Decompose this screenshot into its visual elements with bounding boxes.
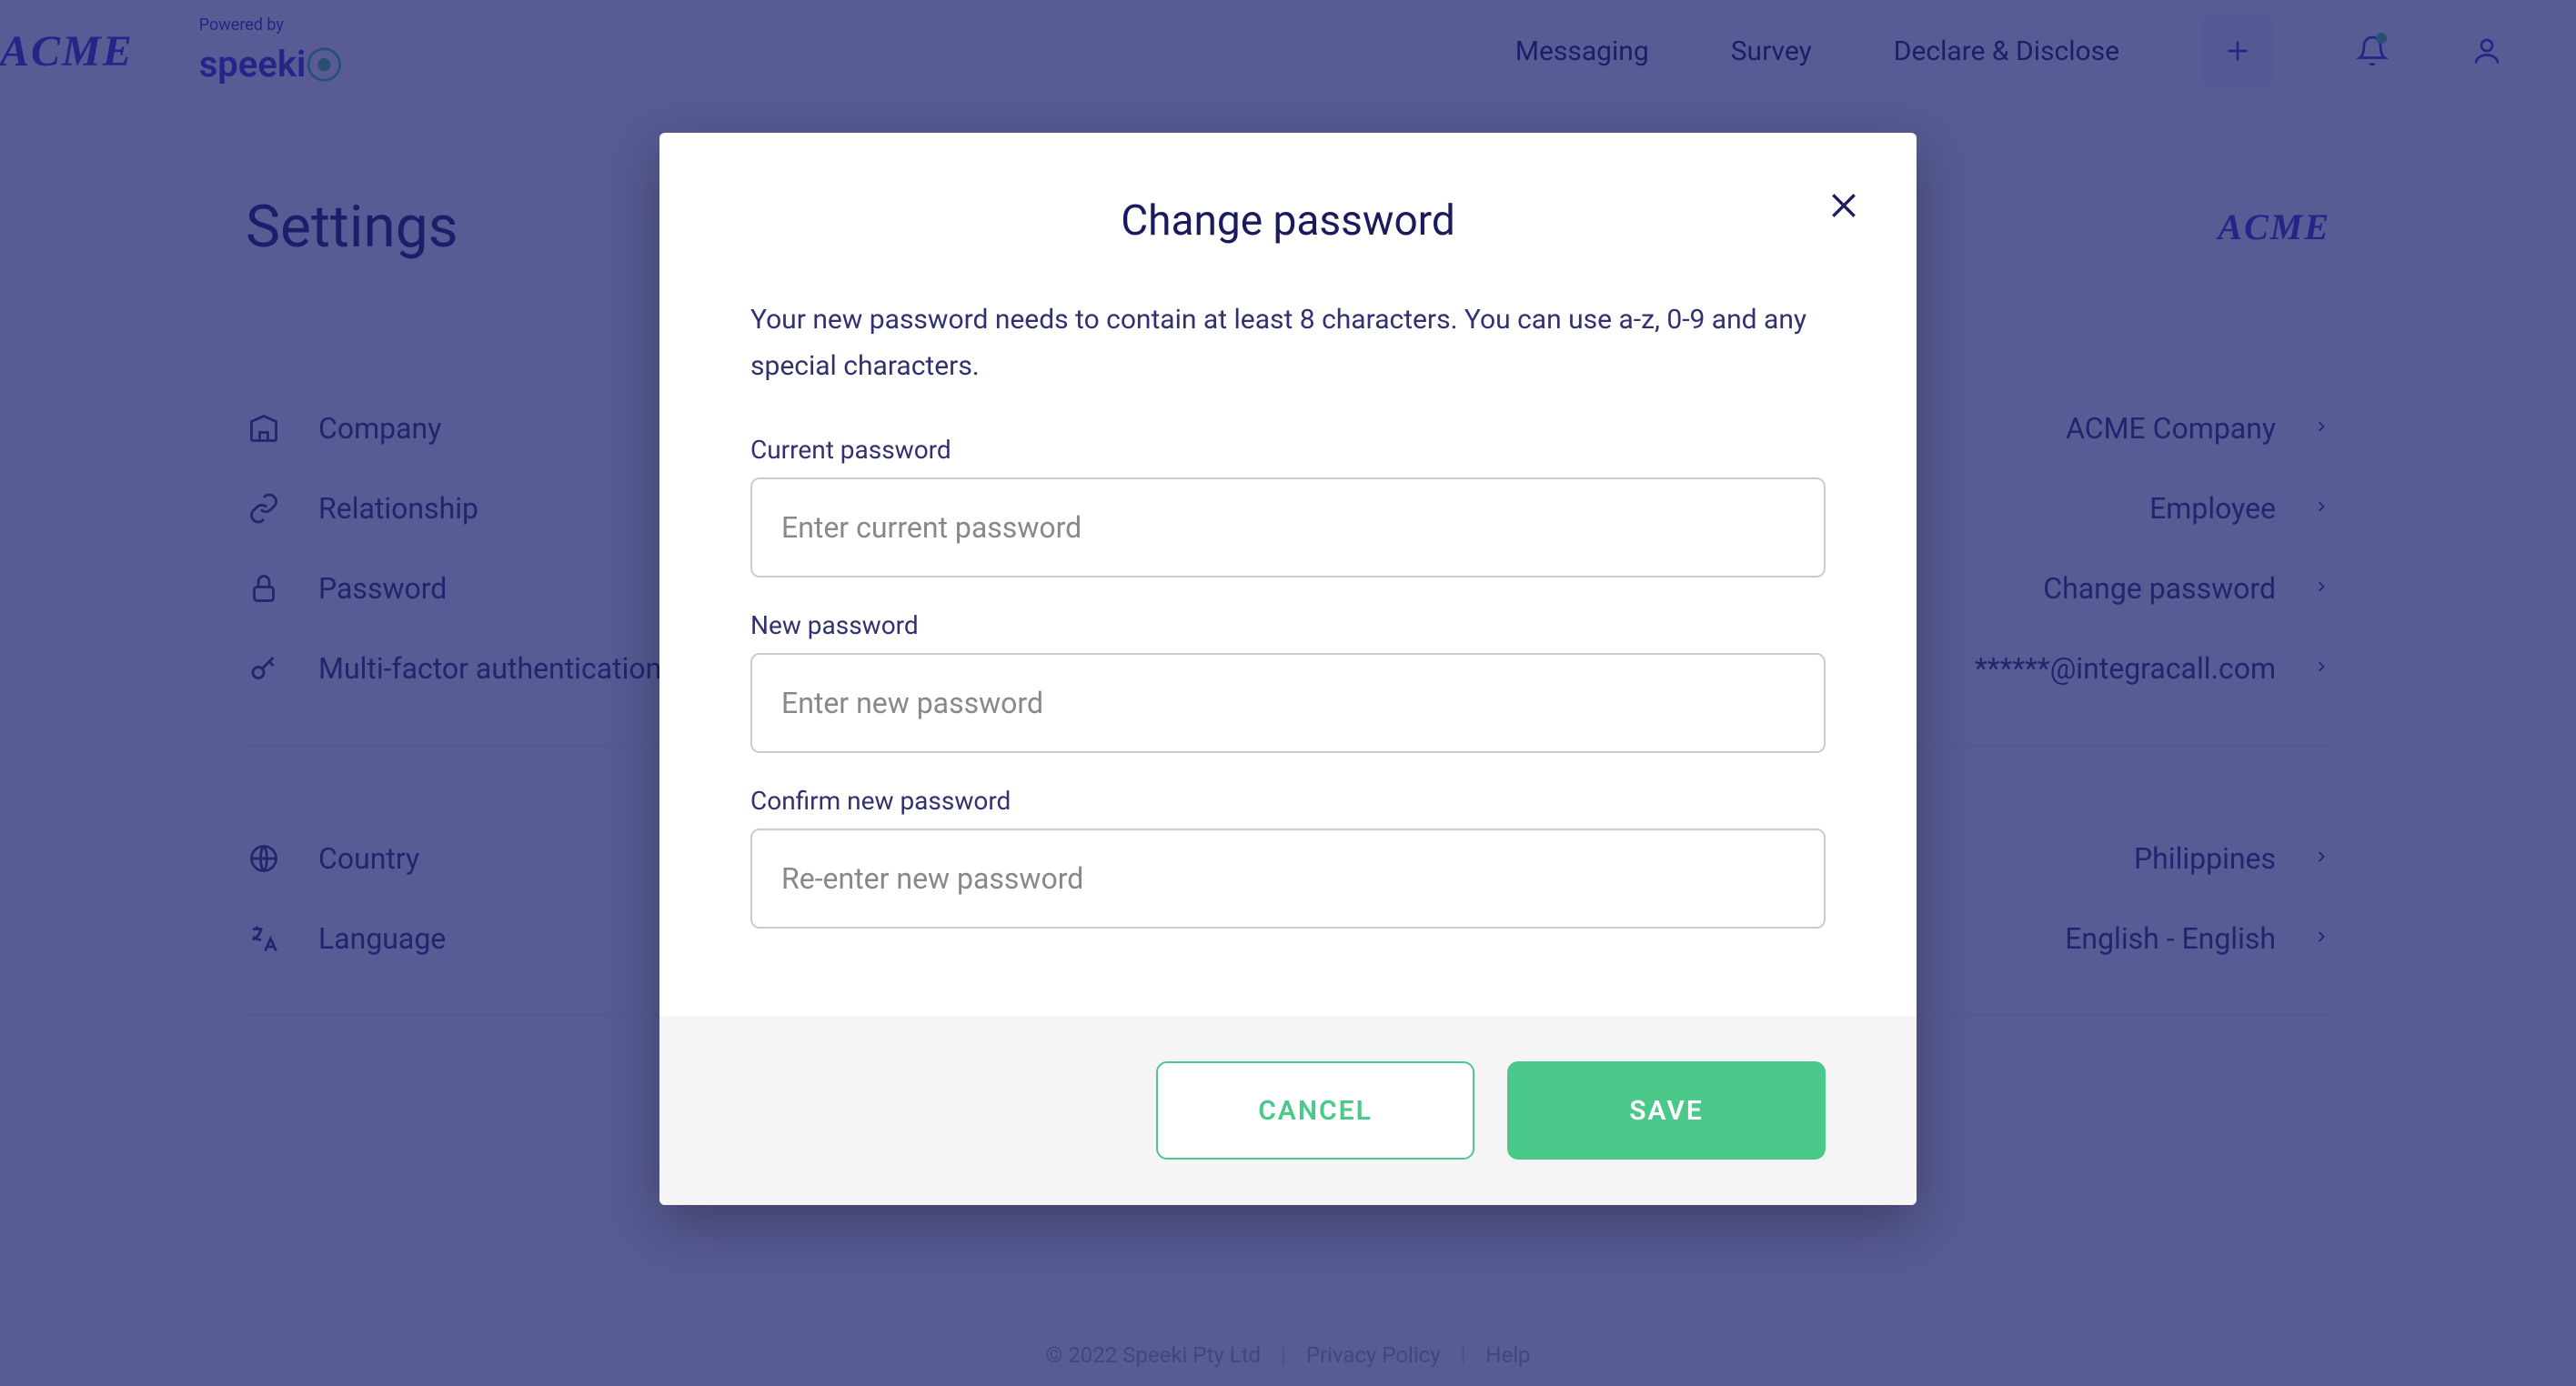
modal-footer: CANCEL SAVE <box>659 1016 1917 1205</box>
close-icon <box>1826 187 1862 224</box>
modal-body: Change password Your new password needs … <box>659 133 1917 1016</box>
field-confirm-password: Confirm new password <box>750 786 1826 929</box>
save-button[interactable]: SAVE <box>1507 1061 1826 1160</box>
field-current-password: Current password <box>750 435 1826 578</box>
change-password-modal: Change password Your new password needs … <box>659 133 1917 1205</box>
modal-overlay[interactable]: Change password Your new password needs … <box>0 0 2576 1386</box>
close-button[interactable] <box>1822 184 1866 227</box>
cancel-button[interactable]: CANCEL <box>1156 1061 1474 1160</box>
current-password-input[interactable] <box>750 477 1826 578</box>
modal-title: Change password <box>750 196 1826 246</box>
modal-help-text: Your new password needs to contain at le… <box>750 296 1826 389</box>
field-label: New password <box>750 610 1826 640</box>
field-label: Current password <box>750 435 1826 465</box>
confirm-password-input[interactable] <box>750 829 1826 929</box>
field-label: Confirm new password <box>750 786 1826 816</box>
new-password-input[interactable] <box>750 653 1826 753</box>
field-new-password: New password <box>750 610 1826 753</box>
